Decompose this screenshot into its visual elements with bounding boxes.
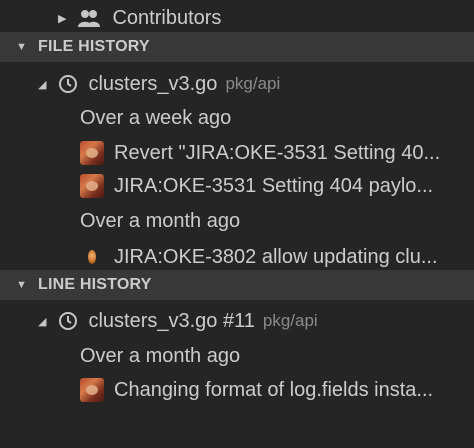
expanded-twisty-icon[interactable]: ◢: [38, 78, 46, 91]
group-label: Over a month ago: [80, 344, 241, 367]
line-history-file-node[interactable]: ◢ clusters_v3.go #11 pkg/api: [0, 305, 474, 337]
avatar: [80, 174, 104, 198]
file-path: pkg/api: [262, 311, 318, 330]
file-history-header[interactable]: ▼ FILE HISTORY: [0, 32, 474, 62]
group-label-month[interactable]: Over a month ago: [0, 340, 474, 372]
group-label: Over a month ago: [80, 209, 241, 232]
commit-message: JIRA:OKE-3802 allow updating clu...: [114, 245, 438, 268]
file-history-title: FILE HISTORY: [38, 38, 150, 55]
avatar: [80, 141, 104, 165]
people-icon: [78, 10, 101, 27]
group-label: Over a week ago: [80, 106, 232, 129]
commit-message: JIRA:OKE-3531 Setting 404 paylo...: [114, 174, 434, 197]
commit-item[interactable]: JIRA:OKE-3802 allow updating clu...: [0, 241, 474, 273]
history-icon: [59, 75, 78, 93]
file-path: pkg/api: [225, 74, 281, 93]
contributors-node[interactable]: ▶ Contributors: [0, 2, 474, 34]
commit-item[interactable]: Revert "JIRA:OKE-3531 Setting 40...: [0, 137, 474, 169]
line-history-header[interactable]: ▼ LINE HISTORY: [0, 270, 474, 300]
expanded-twisty-icon[interactable]: ▼: [16, 41, 30, 53]
group-label-month[interactable]: Over a month ago: [0, 205, 474, 237]
file-name: clusters_v3.go: [88, 72, 218, 95]
collapsed-twisty-icon[interactable]: ▶: [58, 12, 66, 25]
expanded-twisty-icon[interactable]: ◢: [38, 315, 46, 328]
contributors-label: Contributors: [112, 6, 222, 29]
commit-item[interactable]: Changing format of log.fields insta...: [0, 374, 474, 406]
file-name: clusters_v3.go #11: [88, 309, 255, 332]
commit-item[interactable]: JIRA:OKE-3531 Setting 404 paylo...: [0, 170, 474, 202]
line-history-title: LINE HISTORY: [38, 276, 152, 293]
history-icon: [59, 312, 78, 330]
commit-message: Revert "JIRA:OKE-3531 Setting 40...: [114, 141, 441, 164]
commit-message: Changing format of log.fields insta...: [114, 378, 434, 401]
file-history-file-node[interactable]: ◢ clusters_v3.go pkg/api: [0, 68, 474, 100]
avatar: [88, 250, 96, 264]
expanded-twisty-icon[interactable]: ▼: [16, 279, 30, 291]
group-label-week[interactable]: Over a week ago: [0, 102, 474, 134]
avatar: [80, 378, 104, 402]
